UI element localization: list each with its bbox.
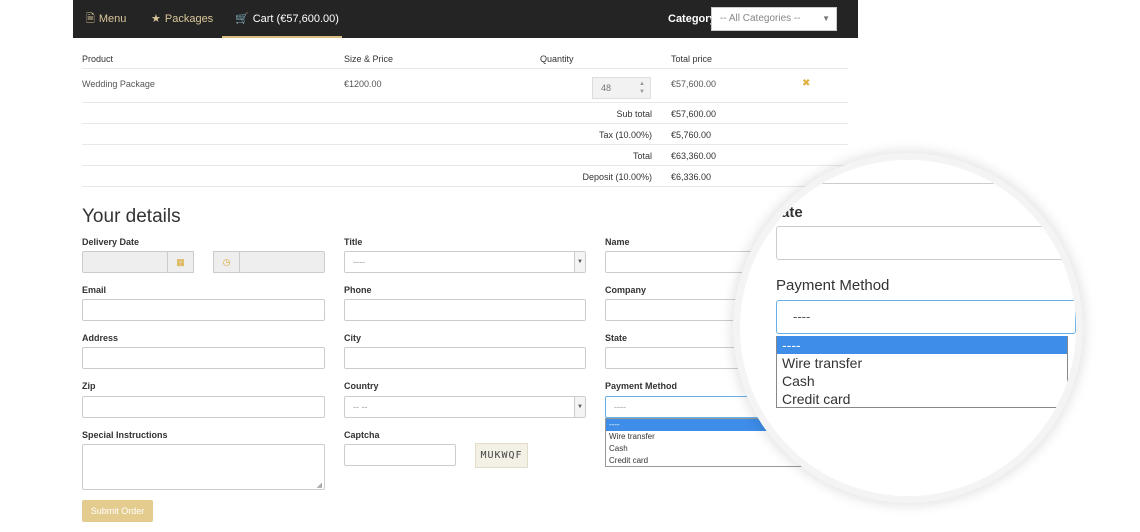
state-label: State <box>605 333 628 343</box>
quantity-value: 48 <box>601 83 612 93</box>
phone-label: Phone <box>344 285 372 295</box>
captcha-label: Captcha <box>344 430 380 440</box>
section-heading: Your details <box>82 206 181 227</box>
divider <box>82 102 848 103</box>
tax-value: €5,760.00 <box>671 130 712 140</box>
address-label: Address <box>82 333 119 343</box>
email-input[interactable] <box>82 299 325 321</box>
zip-label: Zip <box>82 381 96 391</box>
nav-cart-label: Cart (€57,600.00) <box>252 13 339 25</box>
magnified-payment-dropdown: ---- Wire transfer Cash Credit card <box>776 336 1068 408</box>
nav-menu[interactable]: 🗎 Menu <box>86 0 126 38</box>
chevron-down-icon: ▼ <box>574 252 585 272</box>
row-price: €1200.00 <box>344 79 382 89</box>
captcha-image: MUKWQF <box>475 443 528 468</box>
country-select[interactable]: -- -- ▼ <box>344 396 586 418</box>
row-product: Wedding Package <box>82 79 155 89</box>
magnified-payment-select: ---- <box>776 300 1076 334</box>
header-product: Product <box>82 54 114 64</box>
header-size-price: Size & Price <box>344 54 394 64</box>
magnified-payment-option: Credit card <box>782 391 851 407</box>
magnified-state-label: tate <box>776 204 803 221</box>
nav-packages[interactable]: ★ Packages <box>151 0 213 38</box>
resize-grip-icon[interactable]: ◢ <box>317 481 322 489</box>
subtotal-value: €57,600.00 <box>671 109 717 119</box>
cart-icon: 🛒 <box>235 13 249 25</box>
special-instructions-textarea[interactable]: ◢ <box>82 444 325 490</box>
magnified-payment-option: Wire transfer <box>782 355 863 371</box>
submit-order-button[interactable]: Submit Order <box>82 500 153 522</box>
document-icon: 🗎 <box>86 13 95 25</box>
name-label: Name <box>605 237 630 247</box>
navbar: 🗎 Menu ★ Packages 🛒 Cart (€57,600.00) Categ… <box>73 0 858 38</box>
subtotal-label: Sub total <box>616 109 652 119</box>
quantity-stepper[interactable]: 48 ▲ ▼ <box>592 77 651 99</box>
nav-menu-label: Menu <box>98 13 127 25</box>
magnified-payment-value: ---- <box>793 309 811 324</box>
divider <box>82 144 848 145</box>
city-label: City <box>344 333 362 343</box>
category-select-value: -- All Categories -- <box>720 13 801 24</box>
category-select[interactable]: -- All Categories -- ▼ <box>711 7 837 31</box>
captcha-input[interactable] <box>344 444 456 466</box>
address-input[interactable] <box>82 347 325 369</box>
payment-method-label: Payment Method <box>605 381 678 391</box>
row-total: €57,600.00 <box>671 79 717 89</box>
calendar-icon[interactable]: ▦ <box>167 251 194 273</box>
total-label: Total <box>632 151 652 161</box>
country-select-value: -- -- <box>353 402 368 412</box>
phone-input[interactable] <box>344 299 586 321</box>
title-label: Title <box>344 237 363 247</box>
clock-icon[interactable]: ◷ <box>213 251 240 273</box>
deposit-value: €6,336.00 <box>671 172 712 182</box>
magnified-payment-label: Payment Method <box>776 277 890 294</box>
title-select-value: ---- <box>353 257 365 267</box>
magnified-state-input <box>776 226 1076 260</box>
name-input[interactable] <box>605 251 755 273</box>
delivery-date-label: Delivery Date <box>82 237 140 247</box>
title-select[interactable]: ---- ▼ <box>344 251 586 273</box>
special-instructions-label: Special Instructions <box>82 430 168 440</box>
email-label: Email <box>82 285 107 295</box>
chevron-down-icon: ▼ <box>574 397 585 417</box>
delivery-time-input[interactable] <box>239 251 325 273</box>
divider <box>82 68 848 69</box>
company-label: Company <box>605 285 647 295</box>
state-input[interactable] <box>605 347 755 369</box>
city-input[interactable] <box>344 347 586 369</box>
magnifier-callout: tate Payment Method ---- ---- Wire trans… <box>740 160 1076 496</box>
remove-icon[interactable]: ✖ <box>802 78 810 89</box>
header-total-price: Total price <box>671 54 713 64</box>
country-label: Country <box>344 381 379 391</box>
zip-input[interactable] <box>82 396 325 418</box>
magnified-payment-option: Cash <box>782 373 815 389</box>
chevron-down-icon: ▼ <box>822 14 830 23</box>
nav-cart[interactable]: 🛒 Cart (€57,600.00) <box>222 0 342 38</box>
divider <box>82 165 848 166</box>
header-quantity: Quantity <box>540 54 574 64</box>
nav-packages-label: Packages <box>164 13 214 25</box>
magnified-payment-option: ---- <box>777 336 1067 354</box>
magnified-field <box>776 160 1076 184</box>
payment-method-select-value: ---- <box>614 402 626 412</box>
divider <box>82 123 848 124</box>
star-icon: ★ <box>151 13 161 25</box>
tax-label: Tax (10.00%) <box>598 130 652 140</box>
delivery-date-input[interactable] <box>82 251 168 273</box>
spinner-arrows-icon[interactable]: ▲ ▼ <box>639 80 645 96</box>
deposit-label: Deposit (10.00%) <box>582 172 652 182</box>
divider <box>82 186 848 187</box>
company-input[interactable] <box>605 299 755 321</box>
total-value: €63,360.00 <box>671 151 717 161</box>
category-label: Category <box>668 13 716 25</box>
